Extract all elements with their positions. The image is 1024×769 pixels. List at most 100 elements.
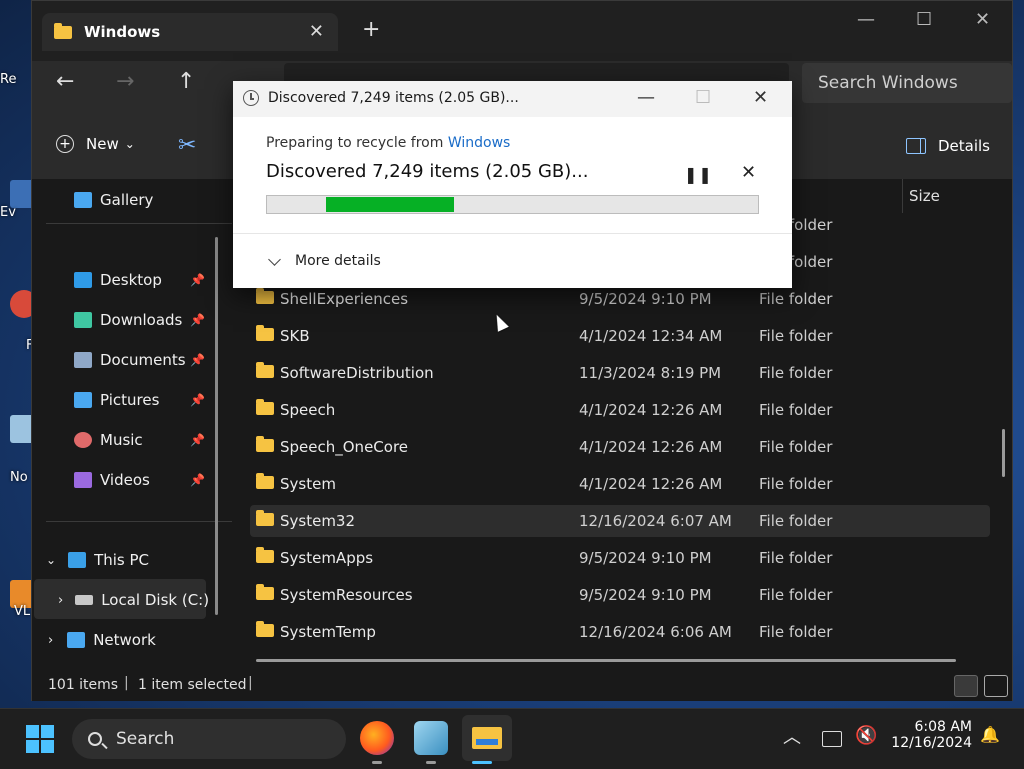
start-button[interactable] [26,725,54,753]
dialog-maximize-button[interactable]: ☐ [695,87,711,108]
details-view-icon[interactable] [954,675,978,697]
vertical-scrollbar[interactable] [1002,429,1005,477]
status-separator: | [248,675,253,691]
new-tab-button[interactable]: + [362,19,380,41]
table-row[interactable]: SystemResources 9/5/2024 9:10 PM File fo… [250,579,990,611]
cancel-operation-icon[interactable]: ✕ [741,162,756,183]
folder-icon [256,547,274,563]
more-details-toggle[interactable]: More details [268,252,381,269]
computer-icon [68,552,87,568]
pin-icon[interactable]: 📌 [190,473,205,487]
sidebar-item-downloads[interactable]: Downloads [74,303,182,337]
details-button[interactable]: Details [906,137,990,155]
desktop-icon-label-ev[interactable]: Ev [0,205,30,220]
selection-count: 1 item selected [138,677,247,693]
notepad-icon[interactable] [414,721,448,755]
picture-icon [74,392,92,408]
sidebar-item-pictures[interactable]: Pictures [74,383,159,417]
more-details-label: More details [295,253,381,269]
sidebar-item-desktop[interactable]: Desktop [74,263,162,297]
forward-button[interactable]: → [116,69,134,94]
folder-icon [256,288,274,304]
volume-muted-icon[interactable]: 🔇 [855,725,877,746]
notification-bell-icon[interactable]: 🔔 [980,725,1000,744]
clock-icon [243,90,259,106]
row-date: 12/16/2024 6:06 AM [579,623,732,641]
new-button[interactable]: + New ⌄ [56,135,135,153]
chevron-down-icon[interactable]: ⌄ [46,553,56,567]
horizontal-scrollbar[interactable] [256,659,956,662]
chevron-right-icon[interactable]: › [48,633,53,648]
row-type: File folder [759,475,833,493]
row-type: File folder [759,512,833,530]
app-active-indicator [472,761,492,764]
sidebar-item-local-disk[interactable]: › Local Disk (C:) [58,583,209,617]
table-row[interactable]: SKB 4/1/2024 12:34 AM File folder [250,320,990,352]
row-date: 11/3/2024 8:19 PM [579,364,722,382]
firefox-icon[interactable] [360,721,394,755]
back-button[interactable]: ← [56,69,74,94]
up-button[interactable]: ↑ [177,69,195,94]
show-hidden-icons-chevron[interactable]: ︿ [783,723,801,749]
sidebar-item-documents[interactable]: Documents [74,343,186,377]
tab-windows[interactable]: Windows ✕ [42,13,338,51]
recycle-progress-dialog: Discovered 7,249 items (2.05 GB)... — ☐ … [233,81,792,288]
table-row[interactable]: SoftwareDistribution 11/3/2024 8:19 PM F… [250,357,990,389]
folder-icon [472,727,502,749]
sidebar-item-network[interactable]: › Network [48,623,156,657]
taskbar-search[interactable]: Search [72,719,346,759]
sidebar-item-gallery[interactable]: Gallery [74,183,153,217]
chevron-right-icon[interactable]: › [58,593,63,608]
maximize-button[interactable]: ☐ [916,9,932,30]
dialog-close-button[interactable]: ✕ [753,87,768,108]
windows-logo-tile [41,740,54,753]
sidebar-item-music[interactable]: Music [74,423,143,457]
sidebar-item-label: Documents [100,351,186,369]
search-input[interactable]: Search Windows [802,63,1012,103]
row-type: File folder [759,364,833,382]
pin-icon[interactable]: 📌 [190,433,205,447]
column-header-size[interactable]: Size [902,179,940,213]
source-folder-link[interactable]: Windows [448,135,511,151]
network-icon[interactable] [822,731,842,747]
pin-icon[interactable]: 📌 [190,273,205,287]
operation-description: Preparing to recycle from Windows [266,135,510,151]
sidebar-item-label: Gallery [100,191,154,209]
cut-icon[interactable]: ✂ [178,133,196,158]
row-type: File folder [759,586,833,604]
document-icon [74,352,92,368]
table-row[interactable]: Speech 4/1/2024 12:26 AM File folder [250,394,990,426]
close-window-button[interactable]: ✕ [975,9,990,30]
sidebar-scrollbar[interactable] [215,237,218,615]
chevron-down-icon: ⌄ [124,137,135,151]
sidebar-item-this-pc[interactable]: ⌄ This PC [46,543,149,577]
dialog-minimize-button[interactable]: — [637,87,655,108]
status-bar: 101 items | 1 item selected | [32,671,1012,701]
details-label: Details [938,137,991,155]
pause-icon[interactable]: ❚❚ [684,165,713,184]
pin-icon[interactable]: 📌 [190,353,205,367]
row-type: File folder [759,623,833,641]
table-row[interactable]: Speech_OneCore 4/1/2024 12:26 AM File fo… [250,431,990,463]
navigation-pane: Gallery Desktop 📌 Downloads 📌 Documents … [32,179,246,671]
folder-icon [54,22,72,39]
sidebar-item-label: Videos [100,471,150,489]
taskbar-clock[interactable]: 6:08 AM 12/16/2024 [890,719,972,751]
row-date: 9/5/2024 9:10 PM [579,586,712,604]
table-row[interactable]: System 4/1/2024 12:26 AM File folder [250,468,990,500]
minimize-button[interactable]: — [857,9,875,30]
sidebar-item-videos[interactable]: Videos [74,463,150,497]
sidebar-item-label: Music [100,431,143,449]
tiles-view-icon[interactable] [984,675,1008,697]
table-row-selected[interactable]: System32 12/16/2024 6:07 AM File folder [250,505,990,537]
close-tab-icon[interactable]: ✕ [309,21,324,42]
row-name: ShellExperiences [280,290,409,308]
drive-icon [75,595,94,605]
table-row[interactable]: SystemTemp 12/16/2024 6:06 AM File folde… [250,616,990,648]
desktop-icon-label-recycle[interactable]: Re [0,72,30,87]
pin-icon[interactable]: 📌 [190,313,205,327]
pin-icon[interactable]: 📌 [190,393,205,407]
table-row[interactable]: SystemApps 9/5/2024 9:10 PM File folder [250,542,990,574]
chevron-down-icon [268,252,281,266]
file-explorer-taskbar-button[interactable] [462,715,512,761]
